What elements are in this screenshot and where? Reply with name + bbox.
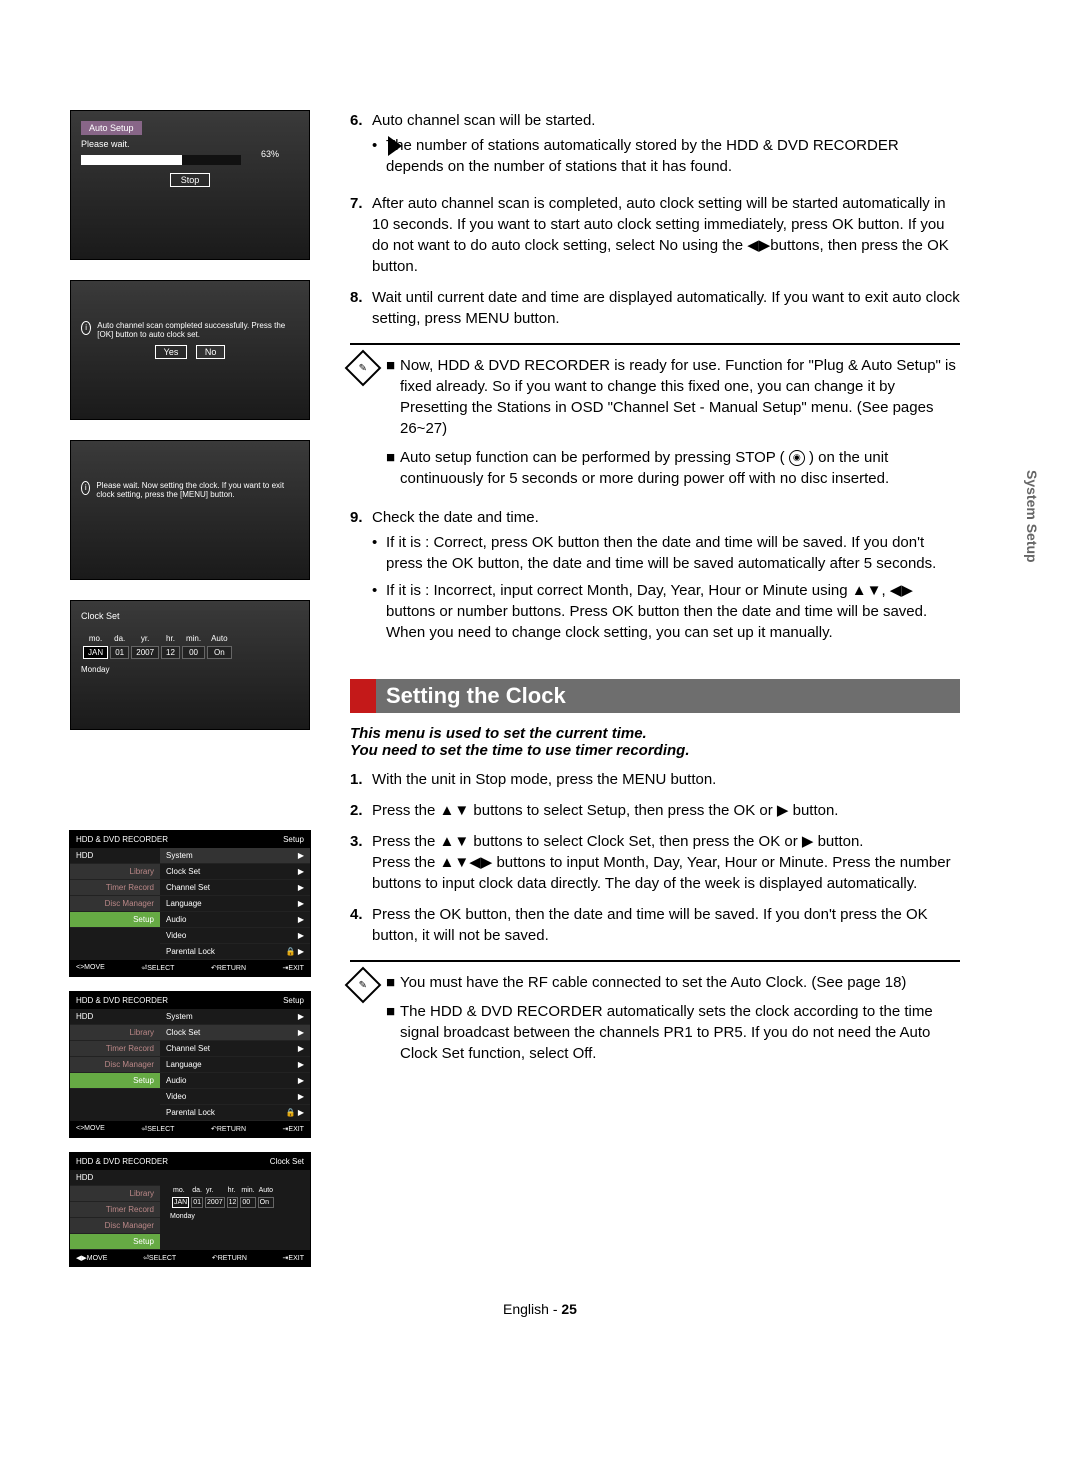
step-2-4: 4. Press the OK button, then the date an…: [350, 904, 960, 946]
osd-setting-clock-msg: Please wait. Now setting the clock. If y…: [96, 481, 299, 499]
flow-arrow: [388, 136, 402, 156]
osd-clockset-panel: Clock Set mo. da. yr. hr. min. Auto JAN …: [70, 600, 310, 730]
osd-menu-clock-editor: HDD & DVD RECORDER Clock Set HDD Library…: [69, 1152, 311, 1267]
osd-auto-setup: Auto Setup Please wait. 63% Stop: [70, 110, 310, 260]
step-9: 9. Check the date and time. •If it is : …: [350, 507, 960, 649]
osd-wait-text: Please wait.: [81, 139, 299, 149]
osd-no-button: No: [196, 345, 226, 359]
step-6: 6. Auto channel scan will be started. •T…: [350, 110, 960, 183]
section-subtitle: This menu is used to set the current tim…: [350, 725, 960, 759]
osd-setting-clock: i Please wait. Now setting the clock. If…: [70, 440, 310, 580]
clock-values: JAN 01 2007 12 00 On: [83, 646, 232, 659]
osd-confirm: i Auto channel scan completed successful…: [70, 280, 310, 420]
info-icon: i: [81, 321, 91, 335]
note-icon: ✎: [345, 967, 382, 1004]
progress-fill: [81, 155, 182, 165]
step-8: 8. Wait until current date and time are …: [350, 287, 960, 329]
stop-icon: ◉: [789, 450, 805, 466]
note-icon: ✎: [345, 350, 382, 387]
progress-percent: 63%: [261, 149, 279, 159]
osd-tab: Auto Setup: [81, 121, 142, 135]
clock-weekday: Monday: [81, 665, 299, 674]
osd-clockset-title: Clock Set: [81, 611, 299, 621]
info-icon: i: [81, 481, 90, 495]
lock-icon: [286, 1108, 296, 1117]
step-7: 7. After auto channel scan is completed,…: [350, 193, 960, 277]
step-2-1: 1. With the unit in Stop mode, press the…: [350, 769, 960, 790]
side-tab: System Setup: [1024, 470, 1040, 563]
osd-menu-system: HDD & DVD RECORDER Setup HDD Library Tim…: [69, 830, 311, 977]
osd-confirm-msg: Auto channel scan completed successfully…: [97, 321, 299, 339]
section-title: Setting the Clock: [350, 679, 960, 713]
osd-stop-button: Stop: [170, 173, 211, 187]
osd-menu-clockset: HDD & DVD RECORDER Setup HDD Library Tim…: [69, 991, 311, 1138]
lock-icon: [286, 947, 296, 956]
note-box-2: ✎ ■You must have the RF cable connected …: [350, 960, 960, 1072]
progress-track: [81, 155, 241, 165]
clock-headers: mo. da. yr. hr. min. Auto: [83, 633, 232, 644]
step-2-3: 3. Press the ▲▼ buttons to select Clock …: [350, 831, 960, 894]
page-footer: English - 25: [60, 1301, 1020, 1317]
note-box-1: ✎ ■Now, HDD & DVD RECORDER is ready for …: [350, 343, 960, 497]
step-2-2: 2. Press the ▲▼ buttons to select Setup,…: [350, 800, 960, 821]
osd-yes-button: Yes: [155, 345, 188, 359]
